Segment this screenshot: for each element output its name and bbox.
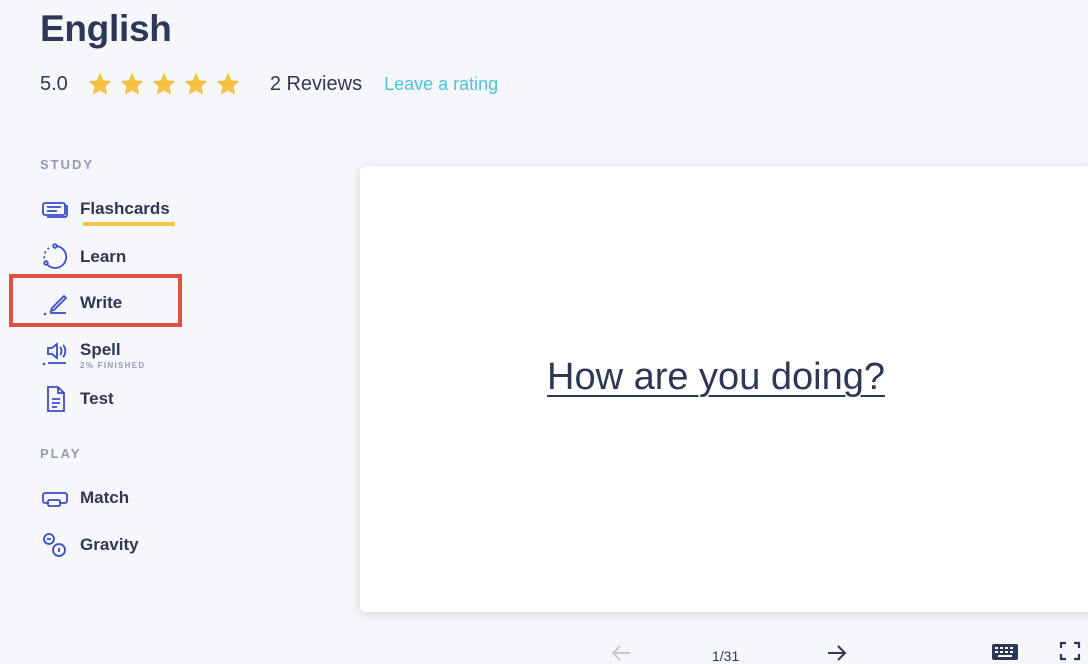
sidebar-item-label: Spell xyxy=(80,340,121,359)
flashcard-term: How are you doing? xyxy=(547,356,885,398)
sidebar-item-label: Learn xyxy=(80,247,127,266)
fullscreen-button[interactable] xyxy=(1058,640,1082,662)
arrow-left-icon xyxy=(611,645,630,661)
rating-row: 5.0 2 Reviews Leave a rating xyxy=(40,70,498,98)
keyboard-icon xyxy=(992,644,1018,660)
match-icon xyxy=(38,481,72,515)
test-icon xyxy=(38,382,72,416)
next-card-button[interactable] xyxy=(824,642,850,664)
leave-rating-link[interactable]: Leave a rating xyxy=(384,74,498,95)
gravity-icon xyxy=(38,528,72,562)
star-icon xyxy=(152,72,176,95)
star-icon xyxy=(184,72,208,95)
sidebar-item-learn[interactable]: Learn xyxy=(38,240,188,274)
active-tab-underline xyxy=(83,222,175,226)
star-icon xyxy=(216,72,240,95)
learn-icon xyxy=(38,240,72,274)
sidebar-item-label: Gravity xyxy=(80,535,139,554)
sidebar-item-flashcards[interactable]: Flashcards xyxy=(38,192,188,226)
spell-progress: 2% FINISHED xyxy=(80,361,146,370)
reviews-count: 2 Reviews xyxy=(269,72,363,95)
sidebar-item-test[interactable]: Test xyxy=(38,382,188,416)
flashcards-icon xyxy=(38,192,72,226)
set-title: English xyxy=(40,8,172,49)
star-rating xyxy=(86,70,242,98)
fullscreen-icon xyxy=(1059,641,1081,661)
rating-value: 5.0 xyxy=(40,72,68,95)
keyboard-shortcuts-button[interactable] xyxy=(990,640,1020,662)
highlight-box xyxy=(9,274,182,327)
sidebar-item-gravity[interactable]: Gravity xyxy=(38,528,188,562)
spell-icon xyxy=(38,338,72,372)
study-section-label: STUDY xyxy=(40,157,95,172)
sidebar-item-spell[interactable]: Spell 2% FINISHED xyxy=(38,338,188,372)
play-section-label: PLAY xyxy=(40,446,82,461)
sidebar-item-label: Test xyxy=(80,389,114,408)
sidebar-item-label: Match xyxy=(80,488,130,507)
arrow-right-icon xyxy=(828,645,847,661)
previous-card-button[interactable] xyxy=(608,642,634,664)
star-icon xyxy=(120,72,144,95)
sidebar-item-label: Flashcards xyxy=(80,199,170,218)
star-icon xyxy=(88,72,112,95)
sidebar-item-match[interactable]: Match xyxy=(38,481,188,515)
